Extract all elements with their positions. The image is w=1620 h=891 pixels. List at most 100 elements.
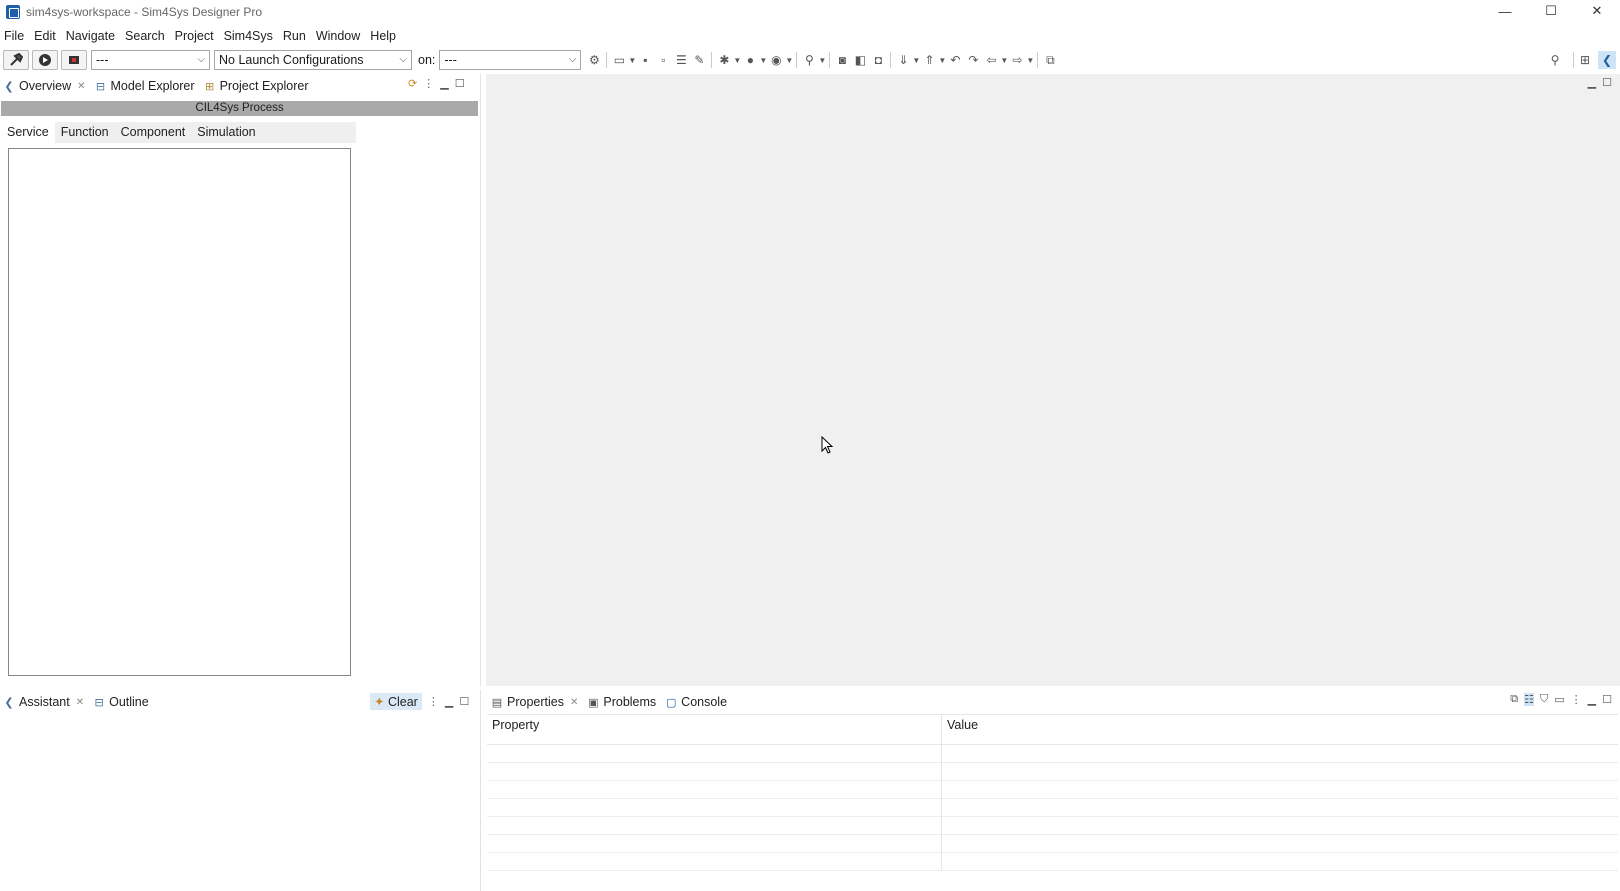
filter-icon[interactable]: ⛉ <box>1540 693 1548 706</box>
search-tool-icon[interactable]: ⚲ <box>800 51 818 69</box>
hierarchy-icon[interactable]: ☰ <box>672 51 690 69</box>
overview-view-controls: ⟳ ⋮ ▁ ☐ <box>408 77 465 90</box>
menu-sim4sys[interactable]: Sim4Sys <box>220 29 279 43</box>
model-icon[interactable]: ◙ <box>833 51 851 69</box>
tab-outline[interactable]: ⊟ Outline <box>90 692 155 712</box>
maximize-button[interactable]: ☐ <box>1528 0 1574 22</box>
tab-assistant[interactable]: ❮ Assistant ✕ <box>0 692 91 712</box>
tab-console-label: Console <box>681 695 728 709</box>
restore-defaults-icon[interactable]: ▭ <box>1554 693 1564 706</box>
pin-editor-icon[interactable]: ⧉ <box>1041 51 1059 69</box>
last-edit-icon[interactable]: ↶ <box>946 51 964 69</box>
stop-icon <box>69 56 79 64</box>
table-row <box>487 781 1618 799</box>
maximize-view-icon[interactable]: ☐ <box>455 77 465 90</box>
pin-icon[interactable]: ⧉ <box>1510 693 1518 706</box>
new-wizard-icon[interactable]: ▭ <box>610 51 628 69</box>
minimize-view-icon[interactable]: ▁ <box>1588 76 1596 89</box>
close-button[interactable]: ✕ <box>1574 0 1620 22</box>
maximize-view-icon[interactable]: ☐ <box>459 695 469 708</box>
dropdown-arrow-icon[interactable]: ▼ <box>912 51 920 69</box>
menu-navigate[interactable]: Navigate <box>62 29 121 43</box>
minimize-view-icon[interactable]: ▁ <box>440 77 448 90</box>
tab-project-explorer-label: Project Explorer <box>219 79 309 93</box>
editor-area[interactable]: ▁ ☐ <box>486 74 1620 686</box>
close-icon[interactable]: ✕ <box>570 697 578 708</box>
dropdown-arrow-icon[interactable]: ▼ <box>628 51 636 69</box>
maximize-view-icon[interactable]: ☐ <box>1602 76 1612 89</box>
menu-window[interactable]: Window <box>312 29 366 43</box>
next-edit-icon[interactable]: ↷ <box>964 51 982 69</box>
property-column-header[interactable]: Property <box>487 715 942 744</box>
subtab-service[interactable]: Service <box>1 122 55 143</box>
save-icon[interactable]: ▪ <box>636 51 654 69</box>
clear-button[interactable]: ✦ Clear <box>370 693 422 710</box>
launch-target-combo[interactable]: --- ⌵ <box>439 50 582 70</box>
back-arrow-icon[interactable]: ⇦ <box>982 51 1000 69</box>
menu-search[interactable]: Search <box>121 29 171 43</box>
dropdown-arrow-icon[interactable]: ▼ <box>759 51 767 69</box>
properties-table[interactable]: Property Value <box>487 714 1618 871</box>
minimize-view-icon[interactable]: ▁ <box>1588 693 1596 706</box>
diagram-icon[interactable]: ◧ <box>851 51 869 69</box>
problems-icon: ▣ <box>588 696 599 709</box>
toolbar-separator <box>606 52 608 68</box>
subtab-simulation[interactable]: Simulation <box>191 122 261 143</box>
menu-help[interactable]: Help <box>366 29 402 43</box>
simulation-icon[interactable]: ◘ <box>869 51 887 69</box>
mode-combo[interactable]: --- ⌵ <box>91 50 210 70</box>
tab-overview[interactable]: ❮ Overview ✕ <box>0 76 92 96</box>
search-icon[interactable]: ⚲ <box>1546 51 1564 69</box>
external-tools-icon[interactable]: ◉ <box>767 51 785 69</box>
tab-console[interactable]: ▢ Console <box>662 692 733 712</box>
minimize-view-icon[interactable]: ▁ <box>445 695 453 708</box>
view-menu-icon[interactable]: ⋮ <box>423 77 434 90</box>
toolbar-separator <box>711 52 713 68</box>
categories-icon[interactable]: ☷ <box>1524 693 1534 706</box>
tab-model-explorer[interactable]: ⊟ Model Explorer <box>91 76 200 96</box>
stop-button[interactable] <box>61 50 87 70</box>
menu-edit[interactable]: Edit <box>30 29 62 43</box>
service-tree[interactable] <box>8 148 351 676</box>
close-icon[interactable]: ✕ <box>76 697 84 708</box>
close-icon[interactable]: ✕ <box>77 81 85 92</box>
dropdown-arrow-icon[interactable]: ▼ <box>1026 51 1034 69</box>
sync-icon[interactable]: ⟳ <box>408 77 417 90</box>
debug-icon[interactable]: ✱ <box>715 51 733 69</box>
sim4sys-perspective-icon[interactable]: ❮ <box>1598 51 1616 69</box>
next-annotation-icon[interactable]: ⇓ <box>894 51 912 69</box>
build-button[interactable] <box>3 50 29 70</box>
view-menu-icon[interactable]: ⋮ <box>1571 693 1582 706</box>
menu-project[interactable]: Project <box>171 29 220 43</box>
open-perspective-icon[interactable]: ⊞ <box>1576 51 1594 69</box>
process-title-bar: CIL4Sys Process <box>1 101 478 116</box>
subtab-function[interactable]: Function <box>55 122 115 143</box>
dropdown-arrow-icon[interactable]: ▼ <box>818 51 826 69</box>
gear-icon[interactable]: ⚙ <box>585 51 603 69</box>
maximize-view-icon[interactable]: ☐ <box>1602 693 1612 706</box>
tab-project-explorer[interactable]: ⊞ Project Explorer <box>201 76 315 96</box>
editor-view-controls: ▁ ☐ <box>1588 76 1612 89</box>
view-menu-icon[interactable]: ⋮ <box>428 695 439 708</box>
subtab-component[interactable]: Component <box>115 122 192 143</box>
launch-configuration-combo[interactable]: No Launch Configurations ⌵ <box>214 50 412 70</box>
save-all-icon[interactable]: ▫ <box>654 51 672 69</box>
dropdown-arrow-icon[interactable]: ▼ <box>733 51 741 69</box>
dropdown-arrow-icon[interactable]: ▼ <box>785 51 793 69</box>
table-row <box>487 763 1618 781</box>
menu-file[interactable]: File <box>0 29 30 43</box>
pencil-icon[interactable]: ✎ <box>690 51 708 69</box>
run-icon[interactable]: ● <box>741 51 759 69</box>
forward-arrow-icon[interactable]: ⇨ <box>1008 51 1026 69</box>
console-icon: ▢ <box>665 696 677 709</box>
play-circle-icon <box>39 54 51 66</box>
dropdown-arrow-icon[interactable]: ▼ <box>1000 51 1008 69</box>
launch-button[interactable] <box>32 50 58 70</box>
value-column-header[interactable]: Value <box>942 715 1618 744</box>
minimize-button[interactable]: — <box>1482 0 1528 22</box>
dropdown-arrow-icon[interactable]: ▼ <box>938 51 946 69</box>
menu-run[interactable]: Run <box>279 29 312 43</box>
previous-annotation-icon[interactable]: ⇑ <box>920 51 938 69</box>
tab-properties[interactable]: ▤ Properties ✕ <box>488 692 585 712</box>
tab-problems[interactable]: ▣ Problems <box>584 692 662 712</box>
